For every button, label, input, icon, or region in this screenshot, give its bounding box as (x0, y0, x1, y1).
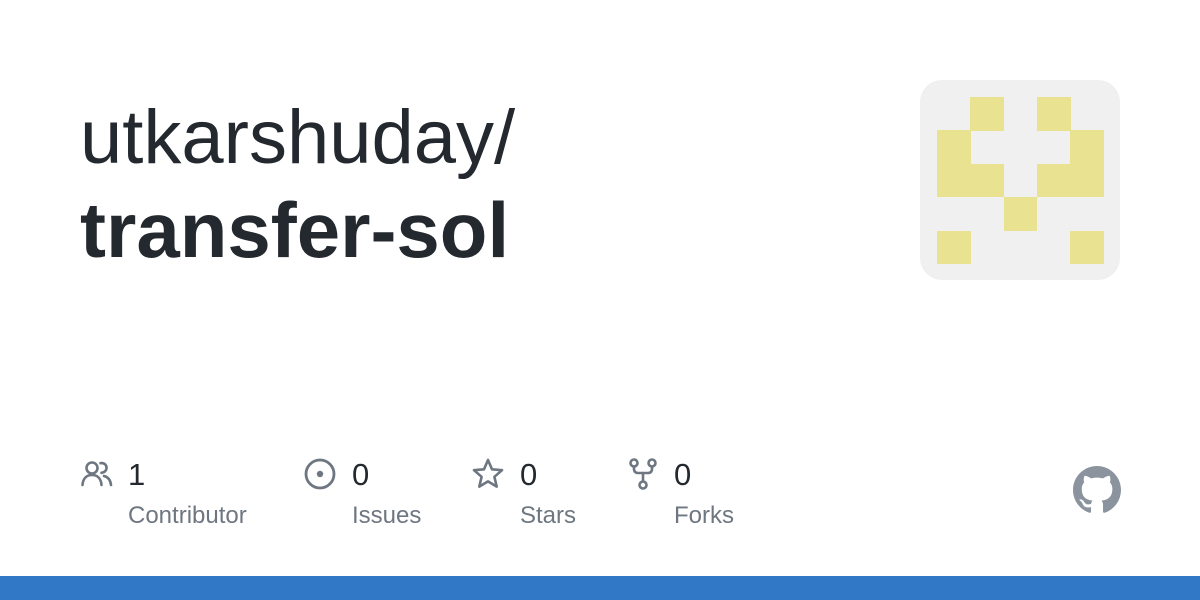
issue-opened-icon (304, 458, 336, 490)
star-icon (472, 458, 504, 488)
owner-avatar-identicon (920, 80, 1120, 280)
contributors-label: Contributor (128, 502, 247, 529)
stars-label: Stars (520, 502, 577, 529)
identicon-pattern (937, 97, 1104, 264)
language-color-bar (0, 576, 1200, 600)
repo-name[interactable]: transfer-sol (80, 184, 509, 276)
issues-label: Issues (352, 502, 422, 529)
repo-forked-icon (629, 458, 657, 490)
contributors-count: 1 (128, 457, 146, 492)
forks-count: 0 (674, 457, 692, 492)
github-mark-icon[interactable] (1073, 466, 1121, 514)
stars-count: 0 (520, 457, 538, 492)
repo-owner[interactable]: utkarshuday/ (80, 92, 515, 184)
people-icon (81, 461, 113, 487)
repo-social-card: utkarshuday/ transfer-sol 1 Contributor … (0, 0, 1200, 600)
forks-label: Forks (674, 502, 734, 529)
issues-count: 0 (352, 457, 370, 492)
